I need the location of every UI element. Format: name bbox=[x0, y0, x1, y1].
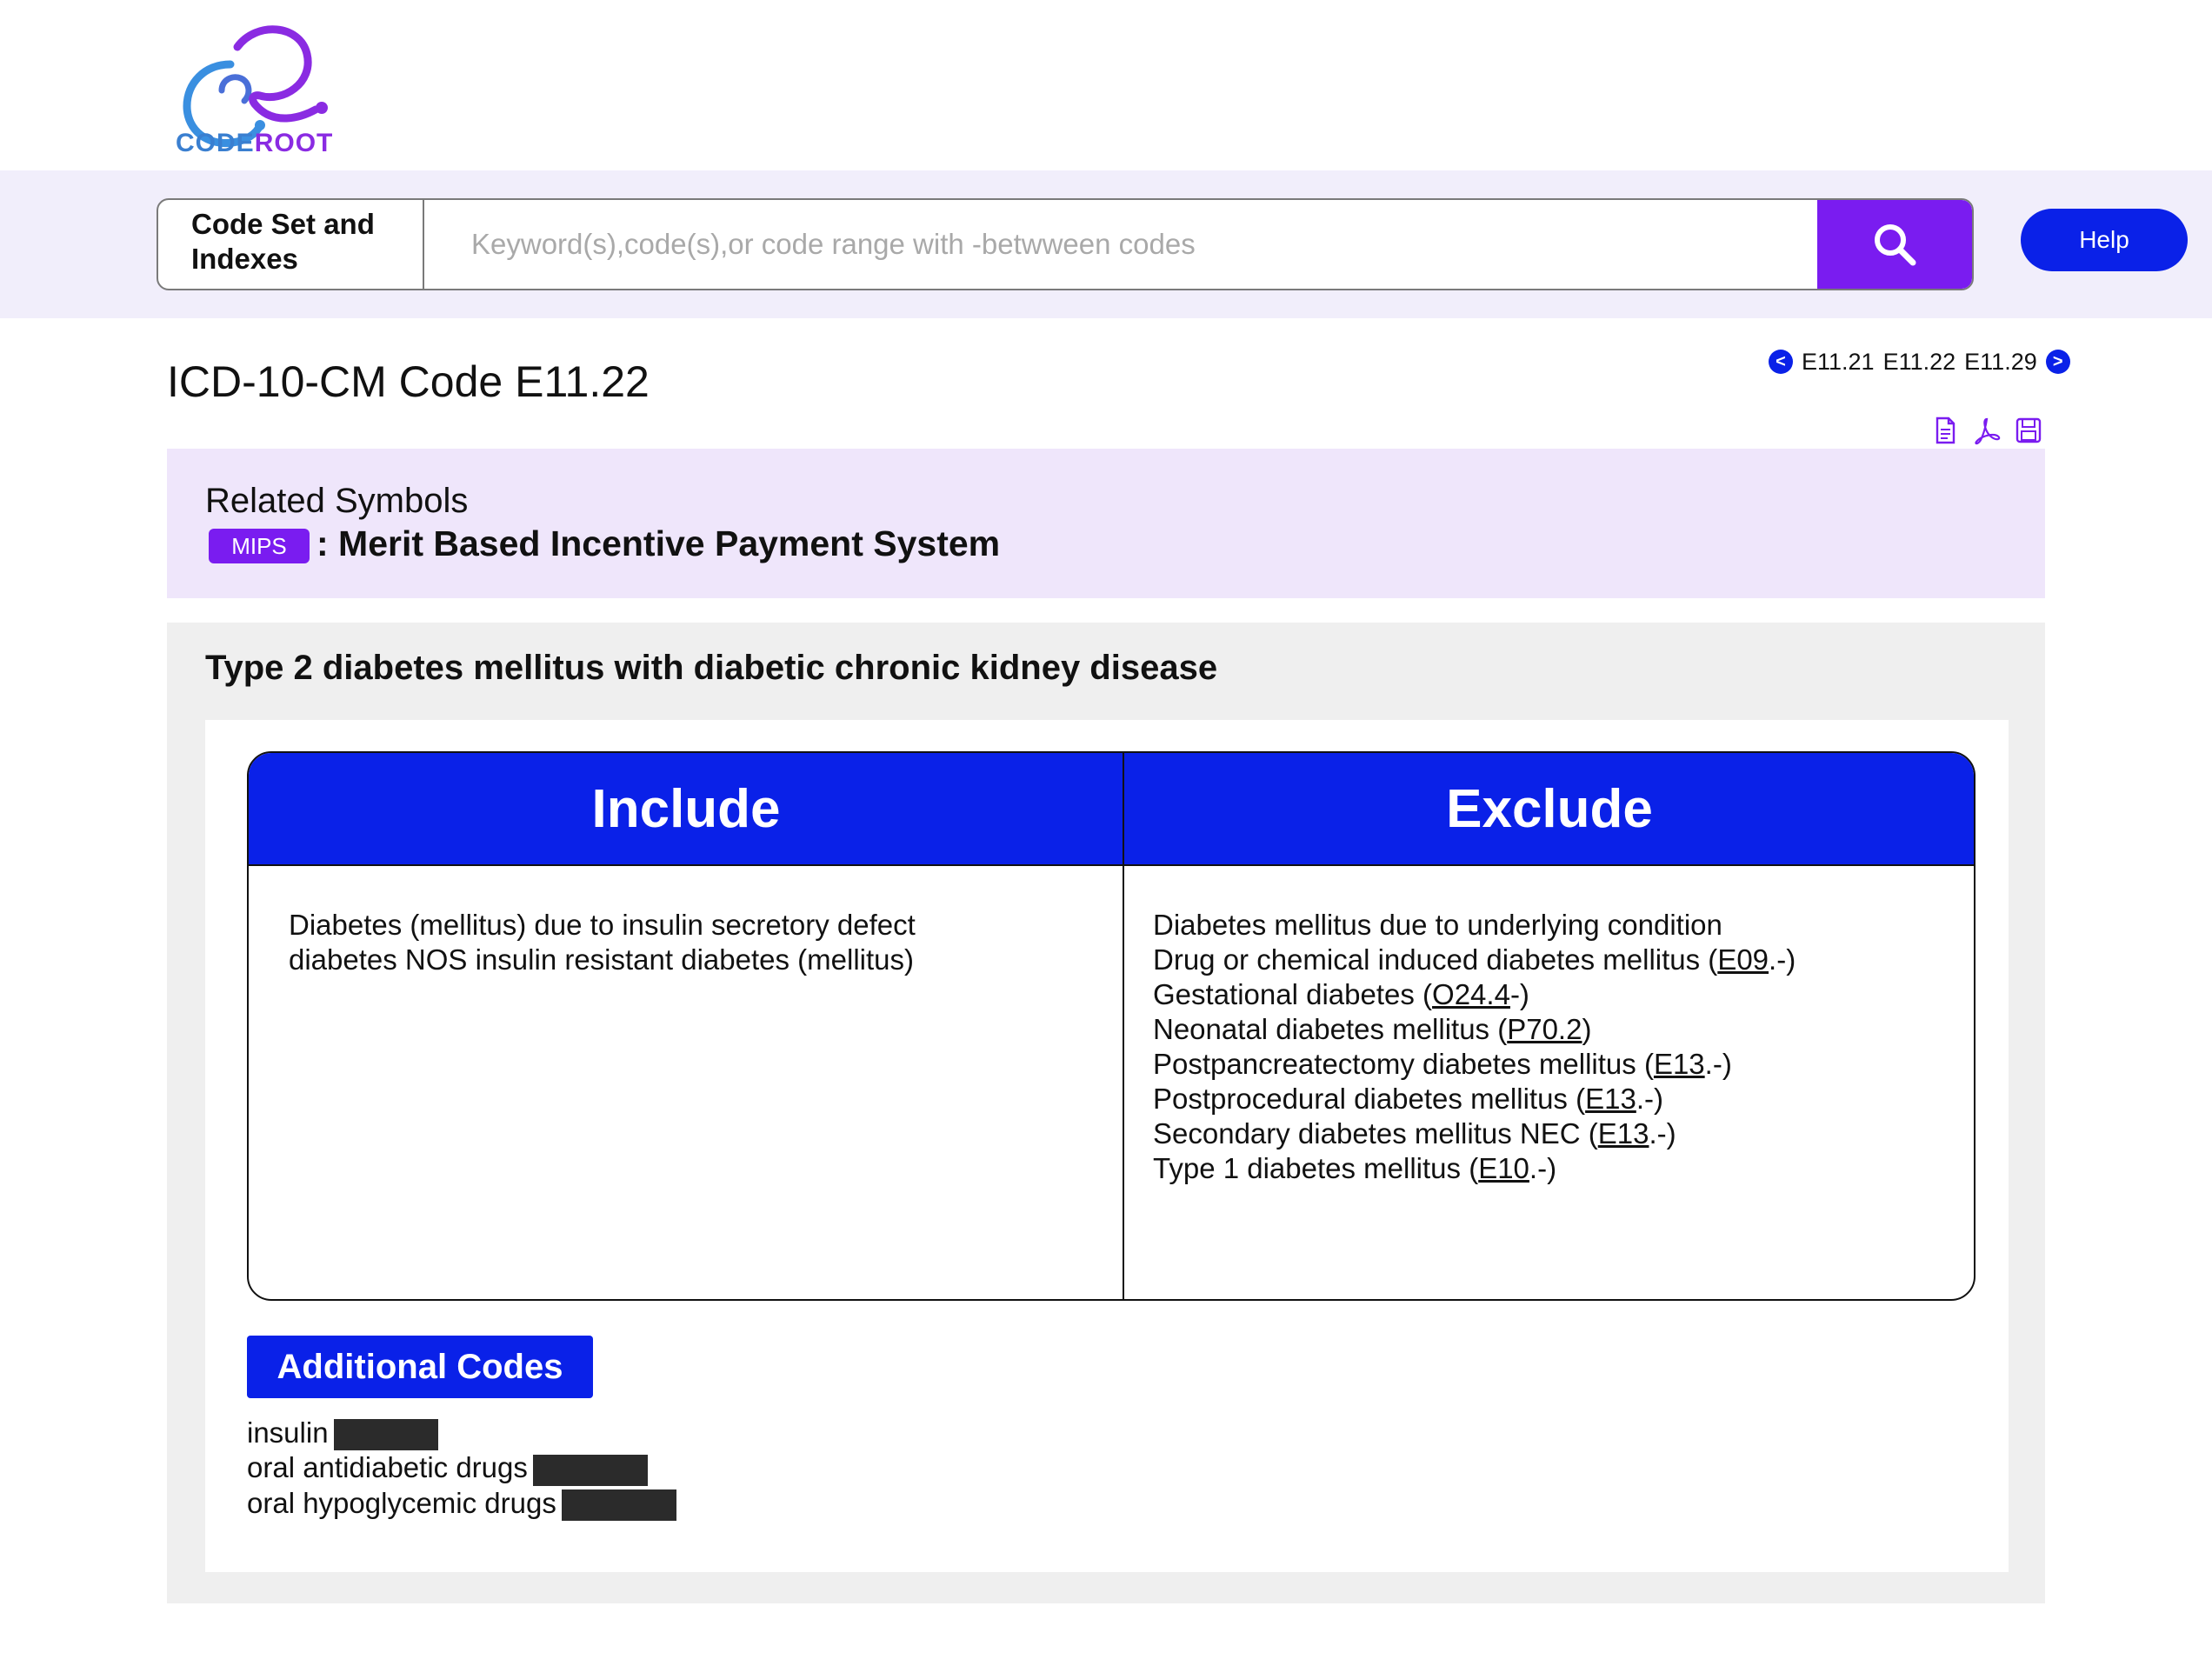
search-bar: Code Set and Indexes bbox=[157, 198, 1974, 290]
additional-codes-button[interactable]: Additional Codes bbox=[247, 1336, 593, 1398]
detail-card: Include Exclude Diabetes (mellitus) due … bbox=[205, 720, 2009, 1572]
additional-code-item: oral hypoglycemic drugs bbox=[247, 1486, 676, 1521]
export-toolbar bbox=[1930, 416, 2043, 445]
include-cell: Diabetes (mellitus) due to insulin secre… bbox=[289, 866, 1071, 977]
code-link[interactable]: E10 bbox=[1478, 1152, 1529, 1184]
save-icon[interactable] bbox=[2014, 416, 2043, 445]
include-line: Diabetes (mellitus) due to insulin secre… bbox=[289, 909, 916, 941]
include-exclude-table: Include Exclude Diabetes (mellitus) due … bbox=[247, 751, 1975, 1301]
code-link[interactable]: E13 bbox=[1654, 1048, 1705, 1080]
code-navigation: < E11.21 E11.22 E11.29 > bbox=[1769, 344, 2070, 379]
brand-name: CODEROOT bbox=[176, 129, 334, 157]
redacted-code bbox=[532, 1454, 648, 1486]
column-divider bbox=[1123, 753, 1124, 1299]
current-code: E11.22 bbox=[1882, 348, 1956, 375]
page-title: ICD-10-CM Code E11.22 bbox=[167, 357, 650, 406]
search-input[interactable] bbox=[424, 200, 1972, 289]
mips-description: : Merit Based Incentive Payment System bbox=[316, 523, 1001, 563]
related-symbols-panel: Related Symbols MIPS : Merit Based Incen… bbox=[167, 449, 2045, 598]
pdf-icon[interactable] bbox=[1972, 416, 2002, 445]
additional-code-item: oral antidiabetic drugs bbox=[247, 1450, 676, 1486]
code-set-selector[interactable]: Code Set and Indexes bbox=[158, 200, 424, 289]
mips-badge: MIPS bbox=[209, 529, 310, 563]
prev-code-link[interactable]: E11.21 bbox=[1802, 349, 1875, 376]
code-link[interactable]: E09 bbox=[1717, 943, 1769, 976]
exclude-item: Gestational diabetes (O24.4-) bbox=[1153, 978, 1529, 1010]
exclude-item: Secondary diabetes mellitus NEC (E13.-) bbox=[1153, 1117, 1676, 1150]
chevron-right-icon[interactable]: > bbox=[2045, 350, 2070, 374]
code-link[interactable]: O24.4 bbox=[1432, 978, 1510, 1010]
code-detail-panel: Type 2 diabetes mellitus with diabetic c… bbox=[167, 623, 2045, 1603]
exclude-cell: Diabetes mellitus due to underlying cond… bbox=[1153, 866, 1953, 1186]
help-button[interactable]: Help bbox=[2021, 209, 2188, 271]
related-symbols-title: Related Symbols bbox=[205, 482, 469, 520]
search-icon bbox=[1875, 224, 1916, 266]
code-link[interactable]: E13 bbox=[1585, 1083, 1636, 1115]
exclude-item: Postpancreatectomy diabetes mellitus (E1… bbox=[1153, 1048, 1732, 1080]
redacted-code bbox=[333, 1419, 438, 1451]
next-code-link[interactable]: E11.29 bbox=[1964, 349, 2037, 376]
redacted-code bbox=[561, 1489, 676, 1521]
code-description: Type 2 diabetes mellitus with diabetic c… bbox=[205, 649, 1218, 687]
code-link[interactable]: P70.2 bbox=[1507, 1013, 1582, 1045]
exclude-header: Exclude bbox=[1123, 753, 1974, 866]
code-link[interactable]: E13 bbox=[1598, 1117, 1649, 1150]
search-button[interactable] bbox=[1817, 200, 1972, 289]
additional-code-item: insulin bbox=[247, 1416, 676, 1451]
chevron-left-icon[interactable]: < bbox=[1769, 350, 1793, 374]
exclude-item: Postprocedural diabetes mellitus (E13.-) bbox=[1153, 1083, 1663, 1115]
include-line: diabetes NOS insulin resistant diabetes … bbox=[289, 943, 914, 976]
include-header: Include bbox=[249, 753, 1123, 866]
document-icon[interactable] bbox=[1930, 416, 1960, 445]
additional-codes-list: insulin oral antidiabetic drugs oral hyp… bbox=[247, 1416, 676, 1521]
exclude-item: Diabetes mellitus due to underlying cond… bbox=[1153, 909, 1722, 941]
exclude-item: Neonatal diabetes mellitus (P70.2) bbox=[1153, 1013, 1592, 1045]
exclude-item: Type 1 diabetes mellitus (E10.-) bbox=[1153, 1152, 1557, 1184]
exclude-item: Drug or chemical induced diabetes mellit… bbox=[1153, 943, 1796, 976]
